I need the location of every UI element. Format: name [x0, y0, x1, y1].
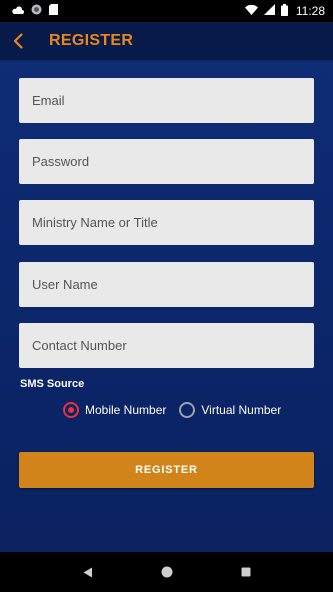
radio-mobile-number[interactable]: Mobile Number [63, 402, 166, 418]
status-right: 11:28 [244, 3, 325, 19]
register-button[interactable]: REGISTER [19, 452, 314, 488]
radio-label-virtual: Virtual Number [201, 403, 282, 417]
status-left [12, 4, 58, 18]
radio-virtual-number[interactable]: Virtual Number [179, 402, 281, 418]
status-bar: 11:28 [0, 0, 333, 22]
register-form: SMS Source Mobile Number Virtual Number … [0, 62, 333, 552]
recents-square-icon[interactable] [234, 560, 258, 584]
back-triangle-icon[interactable] [76, 560, 100, 584]
app-bar: REGISTER [0, 22, 333, 60]
sd-card-icon [49, 4, 58, 18]
ministry-name-field[interactable] [19, 200, 314, 245]
signal-icon [263, 4, 275, 18]
navigation-bar [0, 552, 333, 592]
cloud-icon [12, 4, 24, 18]
wifi-icon [244, 4, 258, 18]
page-title: REGISTER [49, 32, 134, 49]
status-time: 11:28 [295, 4, 325, 18]
home-circle-icon[interactable] [155, 560, 179, 584]
radio-label-mobile: Mobile Number [85, 403, 167, 417]
password-field[interactable] [19, 139, 314, 184]
radio-checked-icon[interactable] [63, 402, 79, 418]
radio-unchecked-icon[interactable] [179, 402, 196, 418]
circle-app-icon [31, 4, 42, 18]
username-field[interactable] [19, 262, 314, 307]
chevron-left-icon[interactable] [13, 31, 29, 51]
email-field[interactable] [19, 78, 314, 123]
sms-source-radio-group: Mobile Number Virtual Number [63, 402, 281, 418]
contact-number-field[interactable] [19, 323, 314, 368]
sms-source-label: SMS Source [20, 378, 85, 390]
battery-icon [280, 3, 288, 19]
